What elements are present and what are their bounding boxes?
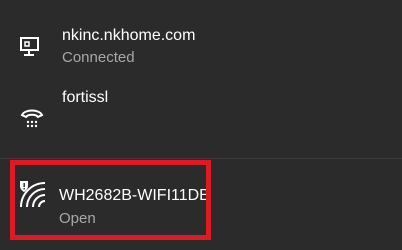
network-item-nkinc[interactable]: nkinc.nkhome.com Connected xyxy=(0,18,402,78)
network-name: nkinc.nkhome.com xyxy=(62,27,196,44)
network-status: Connected xyxy=(62,49,135,66)
network-name: fortissl xyxy=(62,89,109,106)
ethernet-icon xyxy=(19,36,43,63)
divider xyxy=(0,158,402,159)
dialup-icon xyxy=(19,106,45,137)
network-flyout: nkinc.nkhome.com Connected fortissl WH26… xyxy=(0,0,402,250)
highlight-box xyxy=(10,160,211,240)
network-item-fortissl[interactable]: fortissl xyxy=(0,82,402,142)
